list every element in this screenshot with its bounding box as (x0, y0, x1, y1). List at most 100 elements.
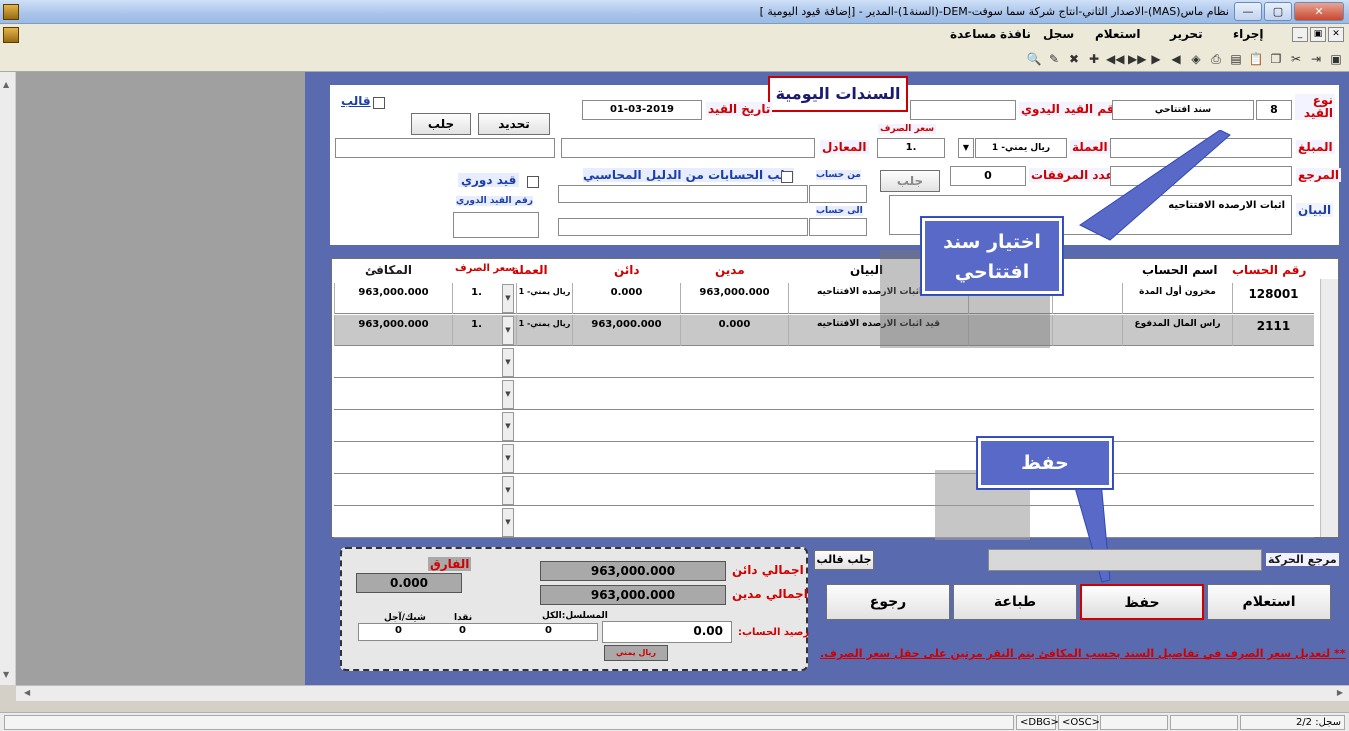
equiv-field[interactable] (561, 138, 815, 158)
save-button[interactable]: حفظ (1080, 584, 1204, 620)
copy-icon[interactable]: ❐ (1268, 51, 1284, 67)
report-icon[interactable]: ▤ (1228, 51, 1244, 67)
cell-currency[interactable]: 1 -ريال يمني (516, 283, 572, 314)
print-icon[interactable]: ⎙ (1208, 51, 1224, 67)
table-row[interactable]: 963,000.000 1. ▼ 1 -ريال يمني 963,000.00… (334, 315, 1314, 346)
menu-action[interactable]: إجراء (1233, 27, 1263, 41)
cell-acc-name[interactable]: مخزون أول المدة (1122, 283, 1232, 314)
cell-rate[interactable]: 1. (452, 283, 500, 314)
first-record-icon[interactable]: ◀◀ (1106, 51, 1124, 67)
cut-icon[interactable]: ✂ (1288, 51, 1304, 67)
grid-scrollbar[interactable] (1320, 279, 1338, 537)
minimize-button[interactable]: — (1234, 2, 1262, 21)
fetch-accounts-checkbox[interactable] (781, 171, 793, 183)
currency-dropdown-icon[interactable]: ▼ (502, 316, 514, 345)
cell-equiv[interactable]: 963,000.000 (334, 315, 452, 346)
col-desc-header: البيان (850, 263, 884, 277)
find-icon[interactable]: 🔍 (1026, 51, 1042, 67)
currency-dropdown-icon[interactable]: ▼ (958, 138, 974, 158)
equiv-label: المعادل (820, 140, 869, 154)
save-icon[interactable]: ▣ (1328, 51, 1344, 67)
fetch-button[interactable]: جلب (411, 113, 471, 135)
cell-debit[interactable]: 0.000 (680, 315, 788, 346)
cell-acc-no[interactable]: 2111 (1232, 315, 1314, 346)
currency-dropdown-icon[interactable]: ▼ (502, 380, 514, 409)
cell-credit[interactable]: 0.000 (572, 283, 680, 314)
rate-field[interactable]: 1. (877, 138, 945, 158)
from-account-field[interactable] (809, 185, 867, 203)
currency-dropdown-icon[interactable]: ▼ (502, 348, 514, 377)
footnote-text: ** لتعديل سعر الصرف في تفاصيل السند بحسب… (820, 647, 1346, 660)
mdi-minimize-button[interactable]: _ (1292, 27, 1308, 42)
fetch-template-button[interactable]: جلب قالب (814, 550, 874, 570)
currency-dropdown-icon[interactable]: ▼ (502, 284, 514, 313)
currency-dropdown-icon[interactable]: ▼ (502, 476, 514, 505)
menu-query[interactable]: استعلام (1095, 27, 1141, 41)
table-row[interactable]: ▼ (334, 379, 1314, 410)
periodic-no-field[interactable] (453, 212, 539, 238)
table-row[interactable]: ▼ (334, 411, 1314, 442)
cell-rate[interactable]: 1. (452, 315, 500, 346)
table-row[interactable]: ▼ (334, 443, 1314, 474)
scroll-left-icon[interactable]: ◀ (24, 688, 30, 697)
close-button[interactable]: ✕ (1294, 2, 1344, 21)
template-checkbox[interactable] (373, 97, 385, 109)
status-message (4, 715, 1014, 730)
template-label[interactable]: قالب (341, 94, 371, 108)
table-row[interactable]: ▼ (334, 347, 1314, 378)
cell-acc-name[interactable]: راس المال المدفوع (1122, 315, 1232, 346)
scroll-down-icon[interactable]: ▼ (3, 670, 9, 679)
fetch-attach-button[interactable]: جلب (880, 170, 940, 192)
menu-record[interactable]: سجل (1043, 27, 1074, 41)
entry-type-name-field[interactable]: سند افتتاحي (1112, 100, 1254, 120)
delete-record-icon[interactable]: ✖ (1066, 51, 1082, 67)
cell-currency[interactable]: 1 -ريال يمني (516, 315, 572, 346)
horizontal-scrollbar[interactable]: ◀ ▶ (16, 685, 1349, 701)
currency-dropdown-icon[interactable]: ▼ (502, 508, 514, 537)
to-account-name-field[interactable] (558, 218, 808, 236)
table-row[interactable]: ▼ (334, 475, 1314, 506)
maximize-button[interactable]: ▢ (1264, 2, 1292, 21)
menu-help[interactable]: مساعدة (950, 27, 996, 41)
query-button[interactable]: استعلام (1207, 584, 1331, 620)
preview-icon[interactable]: ◈ (1188, 51, 1204, 67)
cell-credit[interactable]: 963,000.000 (572, 315, 680, 346)
from-account-name-field[interactable] (558, 185, 808, 203)
next-record-icon[interactable]: ▶ (1148, 51, 1164, 67)
periodic-checkbox[interactable] (527, 176, 539, 188)
paste-icon[interactable]: 📋 (1248, 51, 1264, 67)
exit-icon[interactable]: ⇥ (1308, 51, 1324, 67)
prev-record-icon[interactable]: ◀ (1168, 51, 1184, 67)
movement-ref-field[interactable] (988, 549, 1262, 571)
last-record-icon[interactable]: ▶▶ (1128, 51, 1146, 67)
cheque-value: 0 (395, 625, 402, 636)
left-scrollbar[interactable]: ▲ ▼ (0, 72, 16, 685)
table-row[interactable]: ▼ (334, 507, 1314, 538)
scroll-up-icon[interactable]: ▲ (3, 80, 9, 89)
attach-count-field[interactable]: 0 (950, 166, 1026, 186)
cell-extra2[interactable] (1052, 315, 1122, 346)
undo-icon[interactable]: ✎ (1046, 51, 1062, 67)
select-file-button[interactable]: تحديد الملف (478, 113, 550, 151)
cell-equiv[interactable]: 963,000.000 (334, 283, 452, 314)
menu-edit[interactable]: تحرير (1170, 27, 1203, 41)
entry-type-no-field[interactable]: 8 (1256, 100, 1292, 120)
date-field[interactable]: 01-03-2019 (582, 100, 702, 120)
table-row[interactable]: 963,000.000 1. ▼ 1 -ريال يمني 0.000 963,… (334, 283, 1314, 314)
add-record-icon[interactable]: ✚ (1086, 51, 1102, 67)
scroll-right-icon[interactable]: ▶ (1337, 688, 1343, 697)
mdi-close-button[interactable]: ✕ (1328, 27, 1344, 42)
entries-grid: المكافئ سعر الصرف العملة دائن مدين البيا… (331, 258, 1339, 538)
print-button[interactable]: طباعة (953, 584, 1077, 620)
manual-no-field[interactable] (910, 100, 1016, 120)
menu-window[interactable]: نافذة (1000, 27, 1031, 41)
cell-extra2[interactable] (1052, 283, 1122, 314)
mdi-restore-button[interactable]: ▣ (1310, 27, 1326, 42)
currency-dropdown-icon[interactable]: ▼ (502, 444, 514, 473)
currency-dropdown-icon[interactable]: ▼ (502, 412, 514, 441)
back-button[interactable]: رجوع (826, 584, 950, 620)
cell-acc-no[interactable]: 128001 (1232, 283, 1314, 314)
cell-debit[interactable]: 963,000.000 (680, 283, 788, 314)
left-ref-field[interactable] (335, 138, 555, 158)
to-account-field[interactable] (809, 218, 867, 236)
